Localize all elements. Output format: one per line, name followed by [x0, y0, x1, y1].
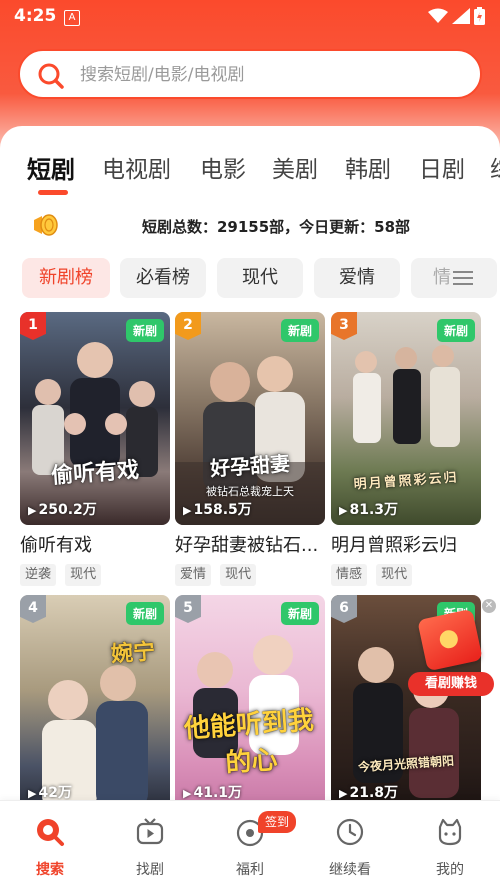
nav-label: 福利	[236, 862, 264, 878]
tab-kr-drama[interactable]: 韩剧	[345, 150, 391, 184]
play-icon: ▶	[183, 787, 192, 800]
nav-profile[interactable]: 我的	[400, 801, 500, 889]
poster-title-art: 婉宁	[110, 638, 156, 668]
status-time: 4:25	[14, 6, 57, 26]
search-bar[interactable]	[18, 49, 482, 99]
view-count: ▶ 41.1万	[183, 782, 242, 802]
view-count: ▶ 81.3万	[339, 499, 398, 519]
tab-tv-series[interactable]: 电视剧	[102, 150, 171, 184]
nav-continue-watching[interactable]: 继续看	[300, 801, 400, 889]
poster-figures	[42, 665, 148, 808]
drama-card[interactable]: 4 新剧 婉宁 ▶ 42万	[20, 595, 170, 808]
view-count-value: 21.8万	[349, 785, 399, 801]
battery-icon	[474, 7, 485, 25]
new-badge: 新剧	[436, 319, 475, 342]
drama-card[interactable]: 2 新剧 好孕甜妻 被钻石总裁宠上天 ▶ 158.5万 好孕甜妻被钻石... 爱情…	[175, 312, 325, 586]
filter-chips: 新剧榜 必看榜 现代 爱情 情	[22, 258, 500, 298]
red-envelope-icon	[417, 608, 483, 672]
tab-variety[interactable]: 综	[490, 150, 500, 184]
poster-title-art: 他能听到我的心	[182, 705, 315, 779]
poster-image[interactable]: 2 新剧 好孕甜妻 被钻石总裁宠上天 ▶ 158.5万	[175, 312, 325, 525]
poster-image[interactable]: 3 新剧 明月曾照彩云归 ▶ 81.3万	[331, 312, 481, 525]
chip-new-ranking[interactable]: 新剧榜	[22, 258, 110, 298]
tab-jp-drama[interactable]: 日剧	[419, 150, 465, 184]
tag-list: 逆袭 现代	[20, 563, 170, 586]
drama-card[interactable]: 1 新剧 偷听有戏 ▶ 250.2万 偷听有戏 逆袭 现代	[20, 312, 170, 586]
view-count-value: 81.3万	[349, 502, 399, 518]
genre-tag[interactable]: 现代	[65, 564, 102, 586]
nav-label: 继续看	[329, 862, 371, 878]
play-icon: ▶	[28, 787, 37, 800]
earn-money-promo[interactable]: 看剧赚钱	[408, 608, 494, 696]
genre-tag[interactable]: 爱情	[175, 564, 212, 586]
chip-romance[interactable]: 爱情	[314, 258, 400, 298]
drama-card[interactable]: 5 新剧 他能听到我的心 ▶ 41.1万	[175, 595, 325, 808]
genre-tag[interactable]: 现代	[376, 564, 413, 586]
promo-label: 看剧赚钱	[408, 672, 494, 696]
chip-modern[interactable]: 现代	[217, 258, 303, 298]
drama-card[interactable]: 3 新剧 明月曾照彩云归 ▶ 81.3万 明月曾照彩云归 情感 现代	[331, 312, 481, 586]
new-badge: 新剧	[125, 602, 164, 625]
tab-us-drama[interactable]: 美剧	[272, 150, 318, 184]
view-count: ▶ 21.8万	[339, 782, 398, 802]
search-icon	[37, 819, 64, 846]
view-count: ▶ 42万	[28, 782, 72, 802]
play-icon: ▶	[183, 504, 192, 517]
nav-welfare[interactable]: 签到 福利	[200, 801, 300, 889]
genre-tag[interactable]: 情感	[331, 564, 368, 586]
checkin-badge: 签到	[258, 811, 297, 833]
poster-image[interactable]: 5 新剧 他能听到我的心 ▶ 41.1万	[175, 595, 325, 808]
genre-tag[interactable]: 逆袭	[20, 564, 57, 586]
nav-search[interactable]: 搜索	[0, 801, 100, 889]
poster-image[interactable]: 4 新剧 婉宁 ▶ 42万	[20, 595, 170, 808]
poster-figures	[353, 345, 460, 447]
nav-label: 找剧	[136, 862, 164, 878]
status-bar: 4:25 A	[0, 0, 500, 34]
search-input[interactable]	[78, 62, 462, 88]
new-badge: 新剧	[280, 319, 319, 342]
menu-icon[interactable]	[453, 270, 473, 286]
profile-icon	[438, 818, 462, 846]
view-count-value: 42万	[38, 785, 72, 801]
tag-list: 爱情 现代	[175, 563, 325, 586]
close-promo-icon[interactable]: ✕	[482, 599, 496, 613]
active-tab-indicator	[38, 190, 68, 195]
tv-icon	[136, 818, 164, 845]
play-icon: ▶	[339, 504, 348, 517]
view-count-value: 158.5万	[193, 502, 252, 518]
app-notification-icon: A	[64, 10, 80, 26]
clock-icon	[336, 818, 364, 846]
bottom-nav: 搜索 找剧 签到 福利 继续看 我的	[0, 800, 500, 889]
signal-icon	[452, 8, 470, 24]
poster-image[interactable]: 1 新剧 偷听有戏 ▶ 250.2万	[20, 312, 170, 525]
nav-label: 我的	[436, 862, 464, 878]
chip-must-watch[interactable]: 必看榜	[120, 258, 206, 298]
category-tabs: 短剧 电视剧 电影 美剧 韩剧 日剧 综	[0, 150, 500, 200]
wifi-icon	[428, 8, 448, 23]
tag-list: 情感 现代	[331, 563, 481, 586]
play-icon: ▶	[339, 787, 348, 800]
tab-short-drama[interactable]: 短剧	[27, 150, 75, 185]
stats-bar: 短剧总数：29155部，今日更新：58部	[0, 210, 500, 240]
play-icon: ▶	[28, 504, 37, 517]
nav-label: 搜索	[36, 862, 64, 878]
drama-title[interactable]: 好孕甜妻被钻石...	[175, 531, 325, 557]
search-icon	[38, 63, 64, 89]
view-count-value: 250.2万	[38, 502, 97, 518]
view-count-value: 41.1万	[193, 785, 243, 801]
drama-title[interactable]: 明月曾照彩云归	[331, 531, 481, 557]
drama-title[interactable]: 偷听有戏	[20, 531, 170, 557]
tab-movies[interactable]: 电影	[200, 150, 246, 184]
poster-subtitle-art: 被钻石总裁宠上天	[206, 485, 294, 498]
poster-figures	[32, 342, 158, 477]
view-count: ▶ 250.2万	[28, 499, 97, 519]
new-badge: 新剧	[280, 602, 319, 625]
view-count: ▶ 158.5万	[183, 499, 252, 519]
genre-tag[interactable]: 现代	[220, 564, 257, 586]
nav-find-drama[interactable]: 找剧	[100, 801, 200, 889]
new-badge: 新剧	[125, 319, 164, 342]
drama-count-text: 短剧总数：29155部，今日更新：58部	[141, 218, 411, 236]
